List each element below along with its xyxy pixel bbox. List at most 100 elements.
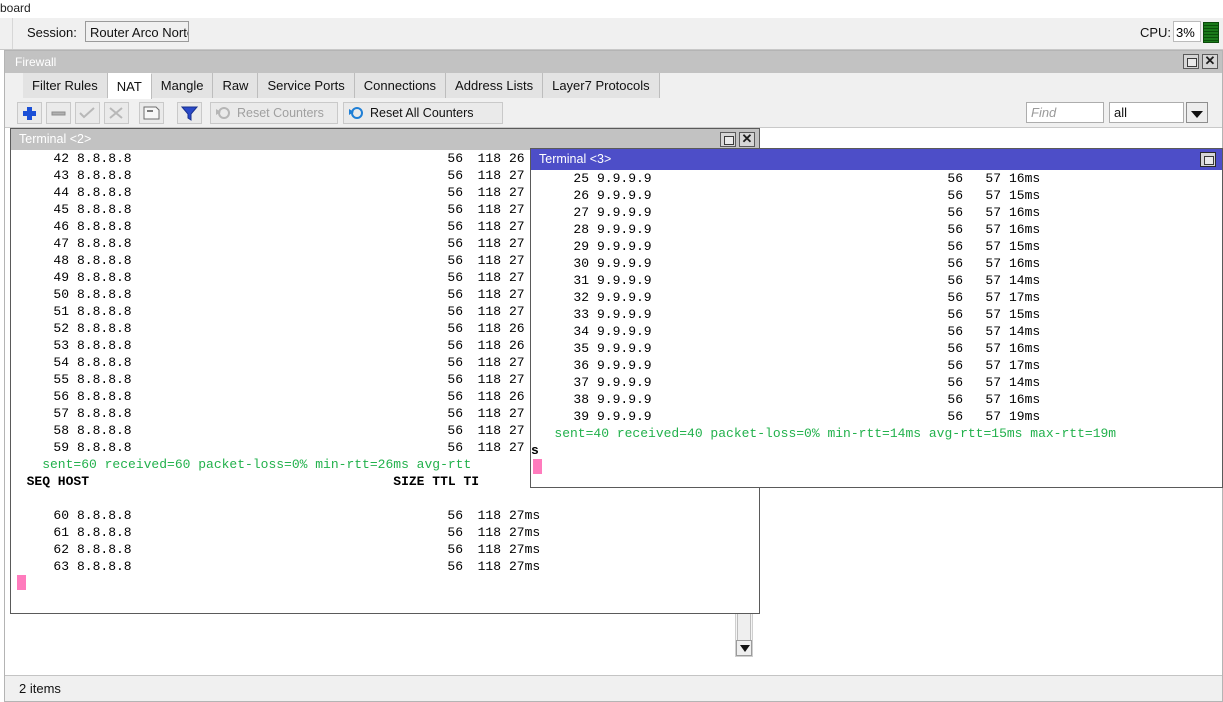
firewall-restore-button[interactable]: [1183, 54, 1199, 69]
remove-rule-button[interactable]: [46, 102, 71, 124]
terminal-2-ping-row: 61 8.8.8.8 56 118 27ms: [11, 524, 759, 541]
tab-address-lists[interactable]: Address Lists: [446, 73, 544, 98]
ping-seq: 27: [573, 205, 589, 220]
tab-layer7-protocols[interactable]: Layer7 Protocols: [543, 73, 660, 98]
ping-time: 27ms: [509, 542, 541, 557]
ping-size: 56: [947, 205, 963, 220]
ping-seq: 25: [573, 171, 589, 186]
ping-host: 9.9.9.9: [597, 307, 652, 322]
tab-label: Address Lists: [455, 78, 534, 93]
terminal-2-restore-button[interactable]: [720, 132, 736, 147]
session-menu-button[interactable]: [0, 18, 13, 49]
ping-host: 8.8.8.8: [77, 525, 132, 540]
firewall-titlebar[interactable]: Firewall ✕: [5, 51, 1222, 73]
session-toolbar: Session: Router Arco Norte CPU: 3%: [0, 18, 1223, 50]
ping-host: 8.8.8.8: [77, 423, 132, 438]
ping-time: 16ms: [1009, 256, 1041, 271]
ping-size: 56: [447, 270, 463, 285]
session-name-field[interactable]: Router Arco Norte: [85, 21, 189, 42]
ping-host: 9.9.9.9: [597, 256, 652, 271]
ping-host: 9.9.9.9: [597, 341, 652, 356]
terminal-3-restore-button[interactable]: [1200, 152, 1216, 167]
ping-time: 27: [509, 168, 525, 183]
reset-all-counters-icon: [349, 107, 363, 119]
terminal-3-titlebar[interactable]: Terminal <3>: [531, 149, 1222, 170]
ping-ttl: 118: [477, 542, 501, 557]
disable-rule-button[interactable]: [104, 102, 129, 124]
ping-size: 56: [947, 188, 963, 203]
terminal-3-window[interactable]: Terminal <3> 25 9.9.9.9 56 57 16ms 26 9.9.9.9 5…: [530, 148, 1223, 488]
terminal-2-blank: [11, 490, 759, 507]
reset-all-counters-button[interactable]: Reset All Counters: [343, 102, 503, 124]
scrollbar-down-button[interactable]: [736, 640, 752, 656]
tab-connections[interactable]: Connections: [354, 73, 447, 98]
tab-filter-rules[interactable]: Filter Rules: [23, 73, 108, 98]
ping-time: 26: [509, 151, 525, 166]
cpu-label: CPU:: [1139, 25, 1171, 40]
ping-size: 56: [447, 542, 463, 557]
desktop-background-strip: board: [0, 0, 1223, 18]
ping-host: 8.8.8.8: [77, 508, 132, 523]
terminal-3-summary-wrap: s: [531, 443, 539, 458]
reset-counters-button[interactable]: Reset Counters: [210, 102, 338, 124]
ping-size: 56: [447, 338, 463, 353]
tab-service-ports[interactable]: Service Ports: [258, 73, 355, 98]
ping-ttl: 118: [477, 185, 501, 200]
terminal-2-titlebar[interactable]: Terminal <2> ✕: [11, 129, 759, 150]
ping-time: 14ms: [1009, 273, 1041, 288]
terminal-3-ping-row: 33 9.9.9.9 56 57 15ms: [531, 306, 1222, 323]
add-rule-button[interactable]: [17, 102, 42, 124]
ping-ttl: 118: [477, 151, 501, 166]
comment-button[interactable]: [139, 102, 164, 124]
ping-size: 56: [447, 202, 463, 217]
ping-host: 9.9.9.9: [597, 324, 652, 339]
ping-seq: 48: [53, 253, 69, 268]
filter-button[interactable]: [177, 102, 202, 124]
ping-seq: 43: [53, 168, 69, 183]
find-input[interactable]: Find: [1026, 102, 1104, 123]
ping-time: 16ms: [1009, 205, 1041, 220]
ping-size: 56: [947, 239, 963, 254]
find-filter-select[interactable]: all: [1109, 102, 1184, 123]
ping-ttl: 57: [985, 256, 1001, 271]
find-filter-dropdown-button[interactable]: [1186, 102, 1208, 123]
terminal-2-close-button[interactable]: ✕: [739, 131, 755, 147]
tab-label: Raw: [222, 78, 249, 93]
enable-rule-button[interactable]: [75, 102, 100, 124]
terminal-3-output[interactable]: 25 9.9.9.9 56 57 16ms 26 9.9.9.9 56 57 15ms 27 9.9.…: [531, 170, 1222, 487]
tab-raw[interactable]: Raw: [213, 73, 259, 98]
ping-seq: 54: [53, 355, 69, 370]
ping-size: 56: [447, 236, 463, 251]
terminal-3-ping-row: 36 9.9.9.9 56 57 17ms: [531, 357, 1222, 374]
ping-time: 27: [509, 423, 525, 438]
terminal-3-ping-row: 29 9.9.9.9 56 57 15ms: [531, 238, 1222, 255]
ping-seq: 50: [53, 287, 69, 302]
ping-host: 8.8.8.8: [77, 270, 132, 285]
ping-host: 8.8.8.8: [77, 202, 132, 217]
ping-seq: 42: [53, 151, 69, 166]
ping-seq: 60: [53, 508, 69, 523]
firewall-close-button[interactable]: ✕: [1202, 53, 1218, 69]
ping-time: 27: [509, 202, 525, 217]
ping-host: 9.9.9.9: [597, 409, 652, 424]
ping-time: 17ms: [1009, 290, 1041, 305]
ping-ttl: 118: [477, 508, 501, 523]
ping-size: 56: [447, 151, 463, 166]
ping-size: 56: [947, 256, 963, 271]
ping-size: 56: [947, 341, 963, 356]
tab-mangle[interactable]: Mangle: [151, 73, 214, 98]
chevron-down-icon: [1191, 109, 1203, 118]
ping-size: 56: [447, 355, 463, 370]
tab-label: Layer7 Protocols: [552, 78, 650, 93]
ping-ttl: 118: [477, 525, 501, 540]
terminal-3-ping-row: 25 9.9.9.9 56 57 16ms: [531, 170, 1222, 187]
ping-ttl: 57: [985, 205, 1001, 220]
terminal-3-ping-row: 34 9.9.9.9 56 57 14ms: [531, 323, 1222, 340]
cpu-gauge-icon: [1203, 22, 1219, 43]
ping-seq: 52: [53, 321, 69, 336]
terminal-3-ping-row: 31 9.9.9.9 56 57 14ms: [531, 272, 1222, 289]
firewall-statusbar: 2 items: [5, 675, 1222, 701]
ping-host: 9.9.9.9: [597, 171, 652, 186]
firewall-tab-strip: Filter Rules NAT Mangle Raw Service Ports Con…: [5, 73, 1222, 100]
tab-nat[interactable]: NAT: [107, 73, 152, 99]
